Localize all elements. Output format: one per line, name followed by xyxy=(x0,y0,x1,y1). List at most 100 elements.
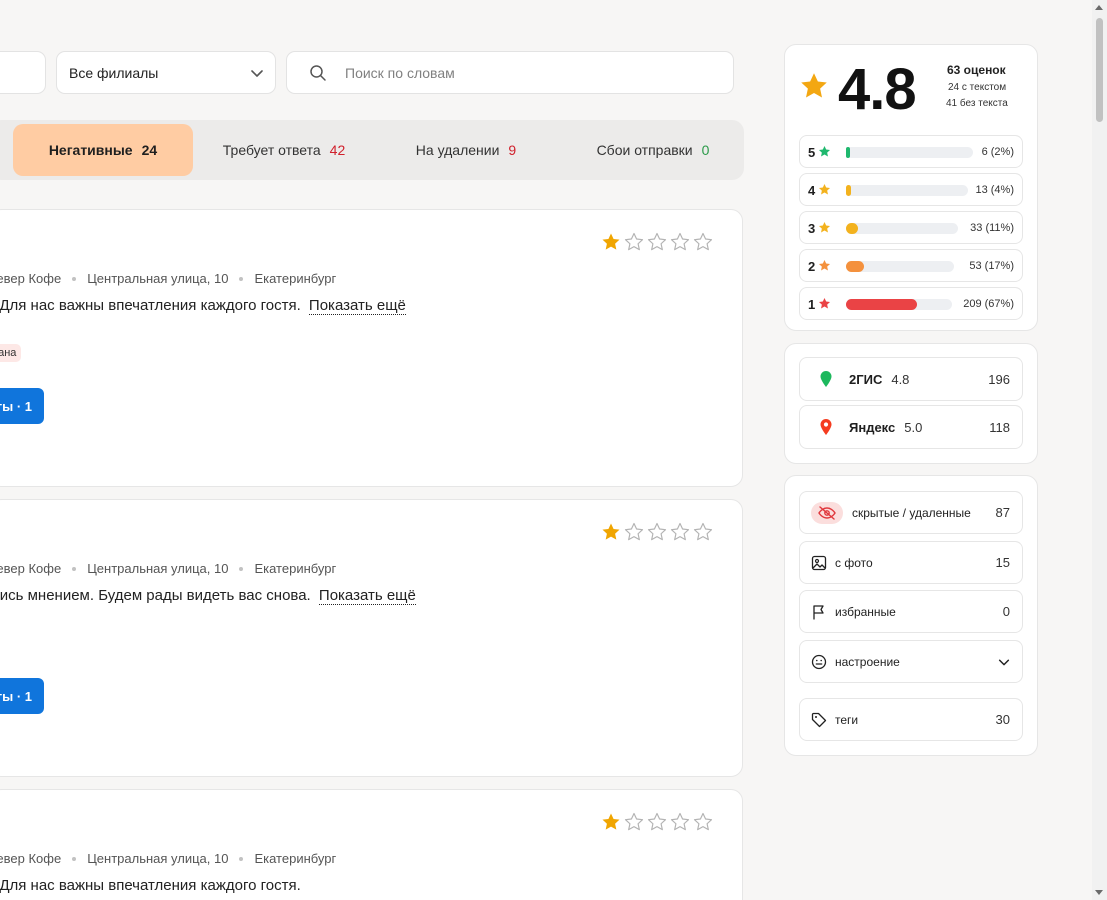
filter-label: избранные xyxy=(835,604,896,619)
review-card: Север Кофе Центральная улица, 10 Екатери… xyxy=(0,499,743,777)
rating-row-stars: 3 xyxy=(808,221,816,236)
review-text-body: ! Для нас важны впечатления каждого гост… xyxy=(0,877,301,894)
review-text-body: лись мнением. Будем рады видеть вас снов… xyxy=(0,587,311,604)
filter-hidden-deleted[interactable]: скрытые / удаленные 87 xyxy=(799,491,1023,534)
filter-label: теги xyxy=(835,712,859,727)
rating-bar xyxy=(846,261,954,272)
rating-summary-panel: 4.8 63 оценок 24 с текстом 41 без текста… xyxy=(784,44,1038,331)
source-rating: 4.8 xyxy=(891,371,910,387)
chevron-down-icon xyxy=(251,70,263,77)
review-brand: Север Кофе xyxy=(0,851,62,866)
rating-row-5[interactable]: 5 6 (2%) xyxy=(799,135,1023,168)
replies-button[interactable]: ты · 1 xyxy=(0,388,44,424)
rating-bar xyxy=(846,185,968,196)
rating-row-count: 209 (67%) xyxy=(963,298,1014,310)
filter-dropdown[interactable] xyxy=(0,51,46,94)
review-meta: Север Кофе Центральная улица, 10 Екатери… xyxy=(0,851,336,866)
star-empty-icon xyxy=(693,232,713,251)
star-icon xyxy=(818,297,831,309)
star-empty-icon xyxy=(693,522,713,541)
search-box[interactable] xyxy=(286,51,734,94)
tag-icon xyxy=(811,712,827,727)
search-input[interactable] xyxy=(345,64,705,81)
review-tag: рана xyxy=(0,344,22,362)
star-empty-icon xyxy=(624,232,644,251)
tab-needs-reply[interactable]: Требует ответа 42 xyxy=(204,124,364,176)
review-city: Екатеринбург xyxy=(254,851,337,866)
star-empty-icon xyxy=(647,522,667,541)
review-address: Центральная улица, 10 xyxy=(87,271,229,286)
rating-bar-fill xyxy=(846,299,917,310)
tab-count: 42 xyxy=(329,142,346,158)
filter-tags[interactable]: теги 30 xyxy=(799,698,1023,741)
tab-label: Требует ответа xyxy=(222,142,321,158)
rating-row-stars: 2 xyxy=(808,259,816,274)
rating-row-count: 13 (4%) xyxy=(975,184,1014,196)
show-more-link[interactable]: Показать ещё xyxy=(318,587,416,605)
rating-row-stars: 4 xyxy=(808,183,816,198)
branch-select[interactable]: Все филиалы xyxy=(56,51,276,94)
star-empty-icon xyxy=(693,812,713,831)
replies-button[interactable]: ты · 1 xyxy=(0,678,44,714)
star-empty-icon xyxy=(670,522,690,541)
scroll-up-arrow[interactable] xyxy=(1095,5,1103,10)
review-card: Север Кофе Центральная улица, 10 Екатери… xyxy=(0,209,743,487)
review-text-body: ! Для нас важны впечатления каждого гост… xyxy=(0,297,301,314)
source-name: Яндекс xyxy=(849,419,896,435)
review-tabs: Негативные 24 Требует ответа 42 На удале… xyxy=(0,120,744,180)
source-count: 118 xyxy=(989,419,1010,435)
filter-label: скрытые / удаленные xyxy=(852,505,971,520)
star-icon xyxy=(818,183,831,195)
source-yandex[interactable]: Яндекс 5.0 118 xyxy=(799,405,1023,449)
rating-row-count: 53 (17%) xyxy=(969,260,1014,272)
scrollbar-thumb[interactable] xyxy=(1096,18,1103,122)
total-ratings: 63 оценок xyxy=(947,63,1006,77)
tab-send-failures[interactable]: Сбои отправки 0 xyxy=(578,124,728,176)
filter-count: 87 xyxy=(995,505,1010,520)
rating-bar-fill xyxy=(846,261,864,272)
star-empty-icon xyxy=(647,812,667,831)
meta-separator xyxy=(72,856,77,861)
image-icon xyxy=(811,555,827,570)
rating-row-2[interactable]: 2 53 (17%) xyxy=(799,249,1023,282)
star-filled-icon xyxy=(602,233,620,250)
review-rating xyxy=(601,812,713,832)
filter-favorites[interactable]: избранные 0 xyxy=(799,590,1023,633)
rating-row-1[interactable]: 1 209 (67%) xyxy=(799,287,1023,320)
rating-bar xyxy=(846,223,958,234)
rating-row-4[interactable]: 4 13 (4%) xyxy=(799,173,1023,206)
meta-separator xyxy=(72,276,77,281)
rating-bar-fill xyxy=(846,223,858,234)
show-more-link[interactable]: Показать ещё xyxy=(308,297,406,315)
eye-off-icon xyxy=(811,501,843,524)
rating-bar-fill xyxy=(846,185,851,196)
scroll-down-arrow[interactable] xyxy=(1095,890,1103,895)
rating-row-stars: 5 xyxy=(808,145,816,160)
source-2gis[interactable]: 2ГИС 4.8 196 xyxy=(799,357,1023,401)
tab-label: На удалении xyxy=(415,142,500,158)
filter-with-photo[interactable]: с фото 15 xyxy=(799,541,1023,584)
rating-bar-fill xyxy=(846,147,850,158)
tab-negative[interactable]: Негативные 24 xyxy=(13,124,193,176)
tab-label: Сбои отправки xyxy=(596,142,693,158)
review-card: Север Кофе Центральная улица, 10 Екатери… xyxy=(0,789,743,900)
review-brand: Север Кофе xyxy=(0,561,62,576)
meta-separator xyxy=(239,566,244,571)
smile-icon xyxy=(811,654,827,669)
ratings-with-text: 24 с текстом xyxy=(948,82,1007,93)
star-empty-icon xyxy=(647,232,667,251)
flag-icon xyxy=(813,604,824,620)
scrollbar[interactable] xyxy=(1092,0,1107,900)
rating-row-3[interactable]: 3 33 (11%) xyxy=(799,211,1023,244)
review-rating xyxy=(601,522,713,542)
star-icon xyxy=(818,259,831,271)
review-meta: Север Кофе Центральная улица, 10 Екатери… xyxy=(0,271,336,286)
2gis-pin-icon xyxy=(820,371,832,387)
tab-count: 0 xyxy=(701,142,710,158)
filter-count: 0 xyxy=(1002,604,1010,619)
review-rating xyxy=(601,232,713,252)
chevron-down-icon xyxy=(998,659,1010,665)
filter-mood[interactable]: настроение xyxy=(799,640,1023,683)
tab-pending-deletion[interactable]: На удалении 9 xyxy=(396,124,536,176)
rating-row-count: 6 (2%) xyxy=(981,146,1014,158)
